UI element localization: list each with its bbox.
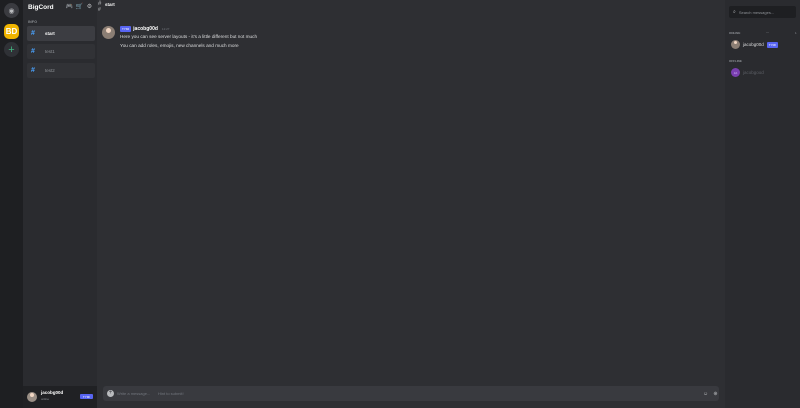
channel-label: test1 xyxy=(45,49,55,54)
role-badge: TYMI xyxy=(120,26,132,32)
gift-icon[interactable]: ⊕ xyxy=(712,390,719,397)
avatar[interactable] xyxy=(102,26,115,39)
controller-icon[interactable]: 🎮 xyxy=(66,3,73,10)
plus-icon: + xyxy=(8,43,15,56)
attach-button[interactable]: + xyxy=(107,390,114,397)
guild-toolbar: 🎮 🛒 ⚙ xyxy=(66,3,93,10)
online-count: 1 xyxy=(795,31,797,35)
member-panel: ⌕ Search messages... ONLINE — 1 jacobg00… xyxy=(725,0,800,408)
hashtag-icon: # xyxy=(31,30,35,37)
composer-hint: Hint to submit! xyxy=(158,391,184,396)
channel-test2[interactable]: # test2 xyxy=(27,63,95,78)
avatar[interactable] xyxy=(27,392,37,402)
gear-icon[interactable]: ⚙ xyxy=(86,3,93,10)
message-author[interactable]: jacobg00d xyxy=(133,26,158,32)
search-input[interactable]: ⌕ Search messages... xyxy=(729,6,796,18)
server-bigcord[interactable]: BD xyxy=(4,24,19,39)
channel-header: # start # xyxy=(97,0,725,14)
emoji-icon[interactable]: ☺ xyxy=(702,390,709,397)
search-icon: ⌕ xyxy=(733,9,736,15)
user-status: online xyxy=(41,397,50,401)
member-item[interactable]: jacobg00d TYMI xyxy=(731,40,778,49)
message-text: Here you can see server layouts - it's a… xyxy=(120,34,258,39)
message-timestamp: 12:27 xyxy=(161,27,170,31)
message-input[interactable]: Write a message... xyxy=(117,391,150,396)
offline-header: OFFLINE xyxy=(729,59,742,63)
online-dash: — xyxy=(766,30,769,34)
avatar xyxy=(731,40,740,49)
hashtag-icon: # xyxy=(31,67,35,74)
channel-test1[interactable]: # test1 xyxy=(27,44,95,59)
member-name: jacobgood xyxy=(743,70,764,75)
channel-sidebar: BigCord 🎮 🛒 ⚙ INFO # start # test1 # tes… xyxy=(23,0,97,408)
message-header: TYMI jacobg00d 12:27 xyxy=(120,26,169,32)
chat-area: # start # TYMI jacobg00d 12:27 Here you … xyxy=(97,0,725,408)
user-panel[interactable]: jacobg00d online TYMI xyxy=(23,386,97,408)
discord-icon: ◉ xyxy=(8,7,15,15)
avatar: JA xyxy=(731,68,740,77)
member-name: jacobg00d xyxy=(743,42,764,47)
search-placeholder: Search messages... xyxy=(738,9,775,15)
member-item[interactable]: JA jacobgood xyxy=(731,68,764,77)
server-bigcord-label: BD xyxy=(5,27,18,36)
message-composer[interactable]: + Write a message... Hint to submit! ☺ ⊕ xyxy=(103,386,719,401)
channel-category: INFO xyxy=(28,20,38,24)
shop-icon[interactable]: 🛒 xyxy=(76,3,83,10)
hashtag-icon: # xyxy=(31,48,35,55)
channel-start[interactable]: # start xyxy=(27,26,95,41)
role-badge: TYMI xyxy=(766,41,778,48)
channel-label: test2 xyxy=(45,68,55,73)
user-name: jacobg00d xyxy=(41,390,64,395)
home-server-button[interactable]: ◉ xyxy=(4,3,19,18)
channel-title: start xyxy=(105,2,115,7)
user-badge: TYMI xyxy=(80,394,93,399)
server-rail: ◉ BD + xyxy=(0,0,23,408)
message-text: You can add roles, emojis, new channels … xyxy=(120,43,239,48)
channel-label: start xyxy=(45,31,55,36)
app-window: ◉ BD + BigCord 🎮 🛒 ⚙ INFO # start # test… xyxy=(0,0,800,408)
guild-name: BigCord xyxy=(28,4,54,11)
channel-topic-icon: # xyxy=(98,7,101,13)
add-server-button[interactable]: + xyxy=(4,42,19,57)
online-header: ONLINE xyxy=(729,31,741,35)
